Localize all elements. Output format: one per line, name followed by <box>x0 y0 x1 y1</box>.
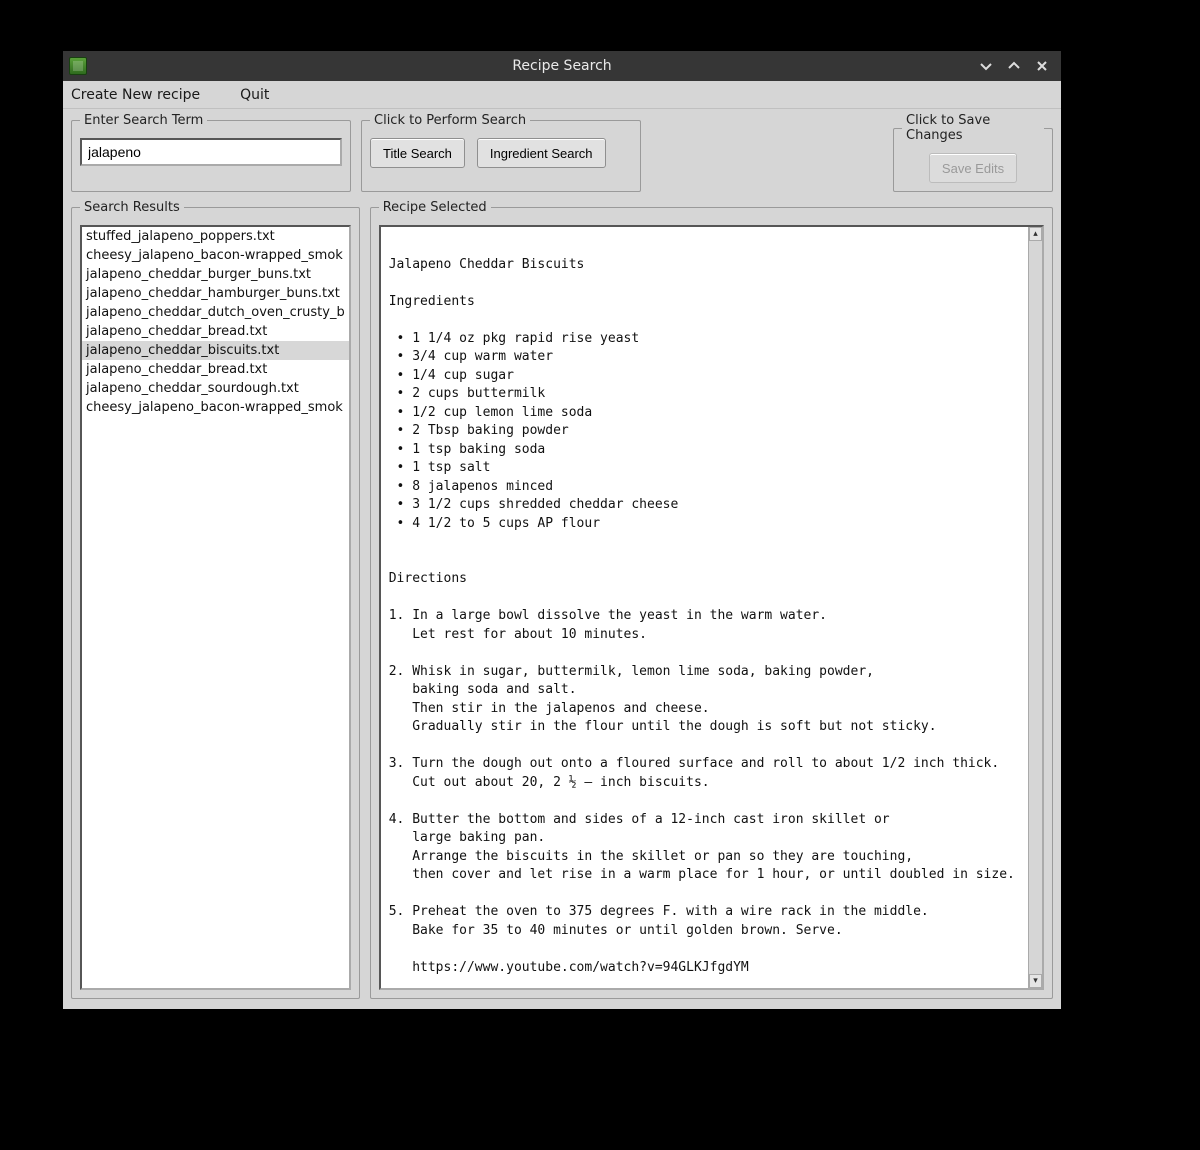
list-item[interactable]: jalapeno_cheddar_bread.txt <box>82 360 349 379</box>
search-term-group: Enter Search Term <box>71 113 351 192</box>
minimize-icon[interactable] <box>977 57 995 75</box>
app-window: Recipe Search Create New recipe Quit Ent… <box>62 50 1062 1010</box>
results-listbox[interactable]: stuffed_jalapeno_poppers.txtcheesy_jalap… <box>80 225 351 990</box>
list-item[interactable]: stuffed_jalapeno_poppers.txt <box>82 227 349 246</box>
vertical-scrollbar[interactable]: ▴ ▾ <box>1028 227 1042 988</box>
list-item[interactable]: jalapeno_cheddar_burger_buns.txt <box>82 265 349 284</box>
recipe-selected-group: Recipe Selected Jalapeno Cheddar Biscuit… <box>370 200 1053 999</box>
scroll-down-icon[interactable]: ▾ <box>1029 974 1042 988</box>
list-item[interactable]: jalapeno_cheddar_hamburger_buns.txt <box>82 284 349 303</box>
search-results-legend: Search Results <box>80 200 184 215</box>
recipe-selected-legend: Recipe Selected <box>379 200 491 215</box>
maximize-icon[interactable] <box>1005 57 1023 75</box>
titlebar: Recipe Search <box>63 51 1061 81</box>
menubar: Create New recipe Quit <box>63 81 1061 109</box>
window-controls <box>977 57 1061 75</box>
list-item[interactable]: jalapeno_cheddar_sourdough.txt <box>82 379 349 398</box>
perform-search-group: Click to Perform Search Title Search Ing… <box>361 113 641 192</box>
list-item[interactable]: jalapeno_cheddar_bread.txt <box>82 322 349 341</box>
menu-quit[interactable]: Quit <box>240 87 269 103</box>
list-item[interactable]: cheesy_jalapeno_bacon-wrapped_smok <box>82 398 349 417</box>
window-title: Recipe Search <box>63 58 1061 74</box>
search-input[interactable] <box>80 138 342 166</box>
list-item[interactable]: cheesy_jalapeno_bacon-wrapped_smok <box>82 246 349 265</box>
search-term-legend: Enter Search Term <box>80 113 207 128</box>
list-item[interactable]: jalapeno_cheddar_biscuits.txt <box>82 341 349 360</box>
save-changes-legend: Click to Save Changes <box>902 113 1044 143</box>
ingredient-search-button[interactable]: Ingredient Search <box>477 138 606 168</box>
list-item[interactable]: jalapeno_cheddar_dutch_oven_crusty_b <box>82 303 349 322</box>
save-edits-button: Save Edits <box>929 153 1017 183</box>
scroll-up-icon[interactable]: ▴ <box>1029 227 1042 241</box>
menu-create-recipe[interactable]: Create New recipe <box>71 87 200 103</box>
title-search-button[interactable]: Title Search <box>370 138 465 168</box>
app-icon <box>69 57 87 75</box>
perform-search-legend: Click to Perform Search <box>370 113 530 128</box>
close-icon[interactable] <box>1033 57 1051 75</box>
recipe-text[interactable]: Jalapeno Cheddar Biscuits Ingredients • … <box>381 227 1028 988</box>
search-results-group: Search Results stuffed_jalapeno_poppers.… <box>71 200 360 999</box>
save-changes-group: Click to Save Changes Save Edits <box>893 113 1053 192</box>
